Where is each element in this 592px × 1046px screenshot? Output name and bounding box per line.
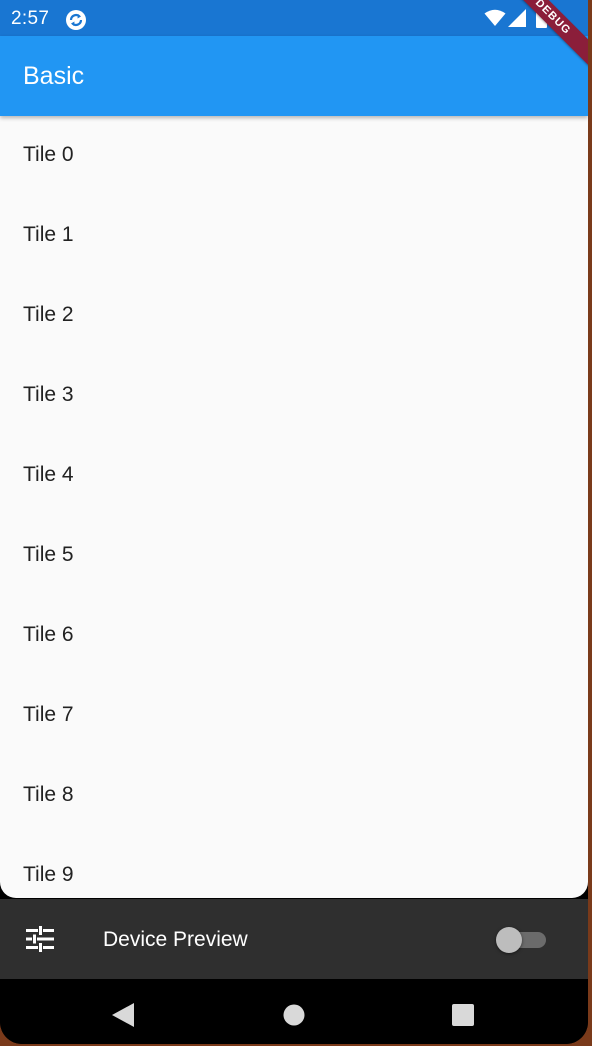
home-icon[interactable] — [283, 1004, 305, 1026]
sync-icon — [66, 10, 86, 30]
list-item[interactable]: Tile 5 — [0, 516, 588, 596]
list-item[interactable]: Tile 8 — [0, 756, 588, 836]
wifi-icon — [484, 9, 506, 26]
signal-icon — [508, 9, 526, 27]
app-screen: 2:57 DEBUG Basic Tile 0 Tile 1 Tile 2 Ti… — [0, 0, 588, 898]
status-bar: 2:57 — [0, 0, 588, 36]
device-preview-label: Device Preview — [103, 928, 248, 951]
tile-label: Tile 3 — [23, 383, 74, 406]
tile-label: Tile 4 — [23, 463, 74, 486]
list-item[interactable]: Tile 1 — [0, 196, 588, 276]
tile-label: Tile 8 — [23, 783, 74, 806]
tile-label: Tile 1 — [23, 223, 74, 246]
tile-list: Tile 0 Tile 1 Tile 2 Tile 3 Tile 4 Tile … — [0, 116, 588, 898]
tile-label: Tile 6 — [23, 623, 74, 646]
list-item[interactable]: Tile 2 — [0, 276, 588, 356]
list-item[interactable]: Tile 3 — [0, 356, 588, 436]
tile-label: Tile 2 — [23, 303, 74, 326]
list-item[interactable]: Tile 0 — [0, 116, 588, 196]
list-item[interactable]: Tile 6 — [0, 596, 588, 676]
page-title: Basic — [23, 62, 85, 90]
app-bar: Basic — [0, 36, 588, 116]
toggle-thumb — [496, 927, 522, 953]
system-nav-bar — [0, 979, 588, 1044]
list-item[interactable]: Tile 7 — [0, 676, 588, 756]
device-frame: 2:57 DEBUG Basic Tile 0 Tile 1 Tile 2 Ti… — [0, 0, 588, 1044]
tile-label: Tile 0 — [23, 143, 74, 166]
recents-icon[interactable] — [452, 1004, 474, 1026]
back-icon[interactable] — [112, 1003, 134, 1027]
list-item[interactable]: Tile 4 — [0, 436, 588, 516]
list-item[interactable]: Tile 9 — [0, 836, 588, 898]
tile-label: Tile 7 — [23, 703, 74, 726]
status-time: 2:57 — [11, 8, 50, 29]
device-preview-bar: Device Preview — [0, 899, 588, 979]
tile-label: Tile 5 — [23, 543, 74, 566]
tune-icon[interactable] — [26, 926, 54, 952]
device-preview-toggle[interactable] — [496, 927, 548, 953]
tile-label: Tile 9 — [23, 863, 74, 886]
